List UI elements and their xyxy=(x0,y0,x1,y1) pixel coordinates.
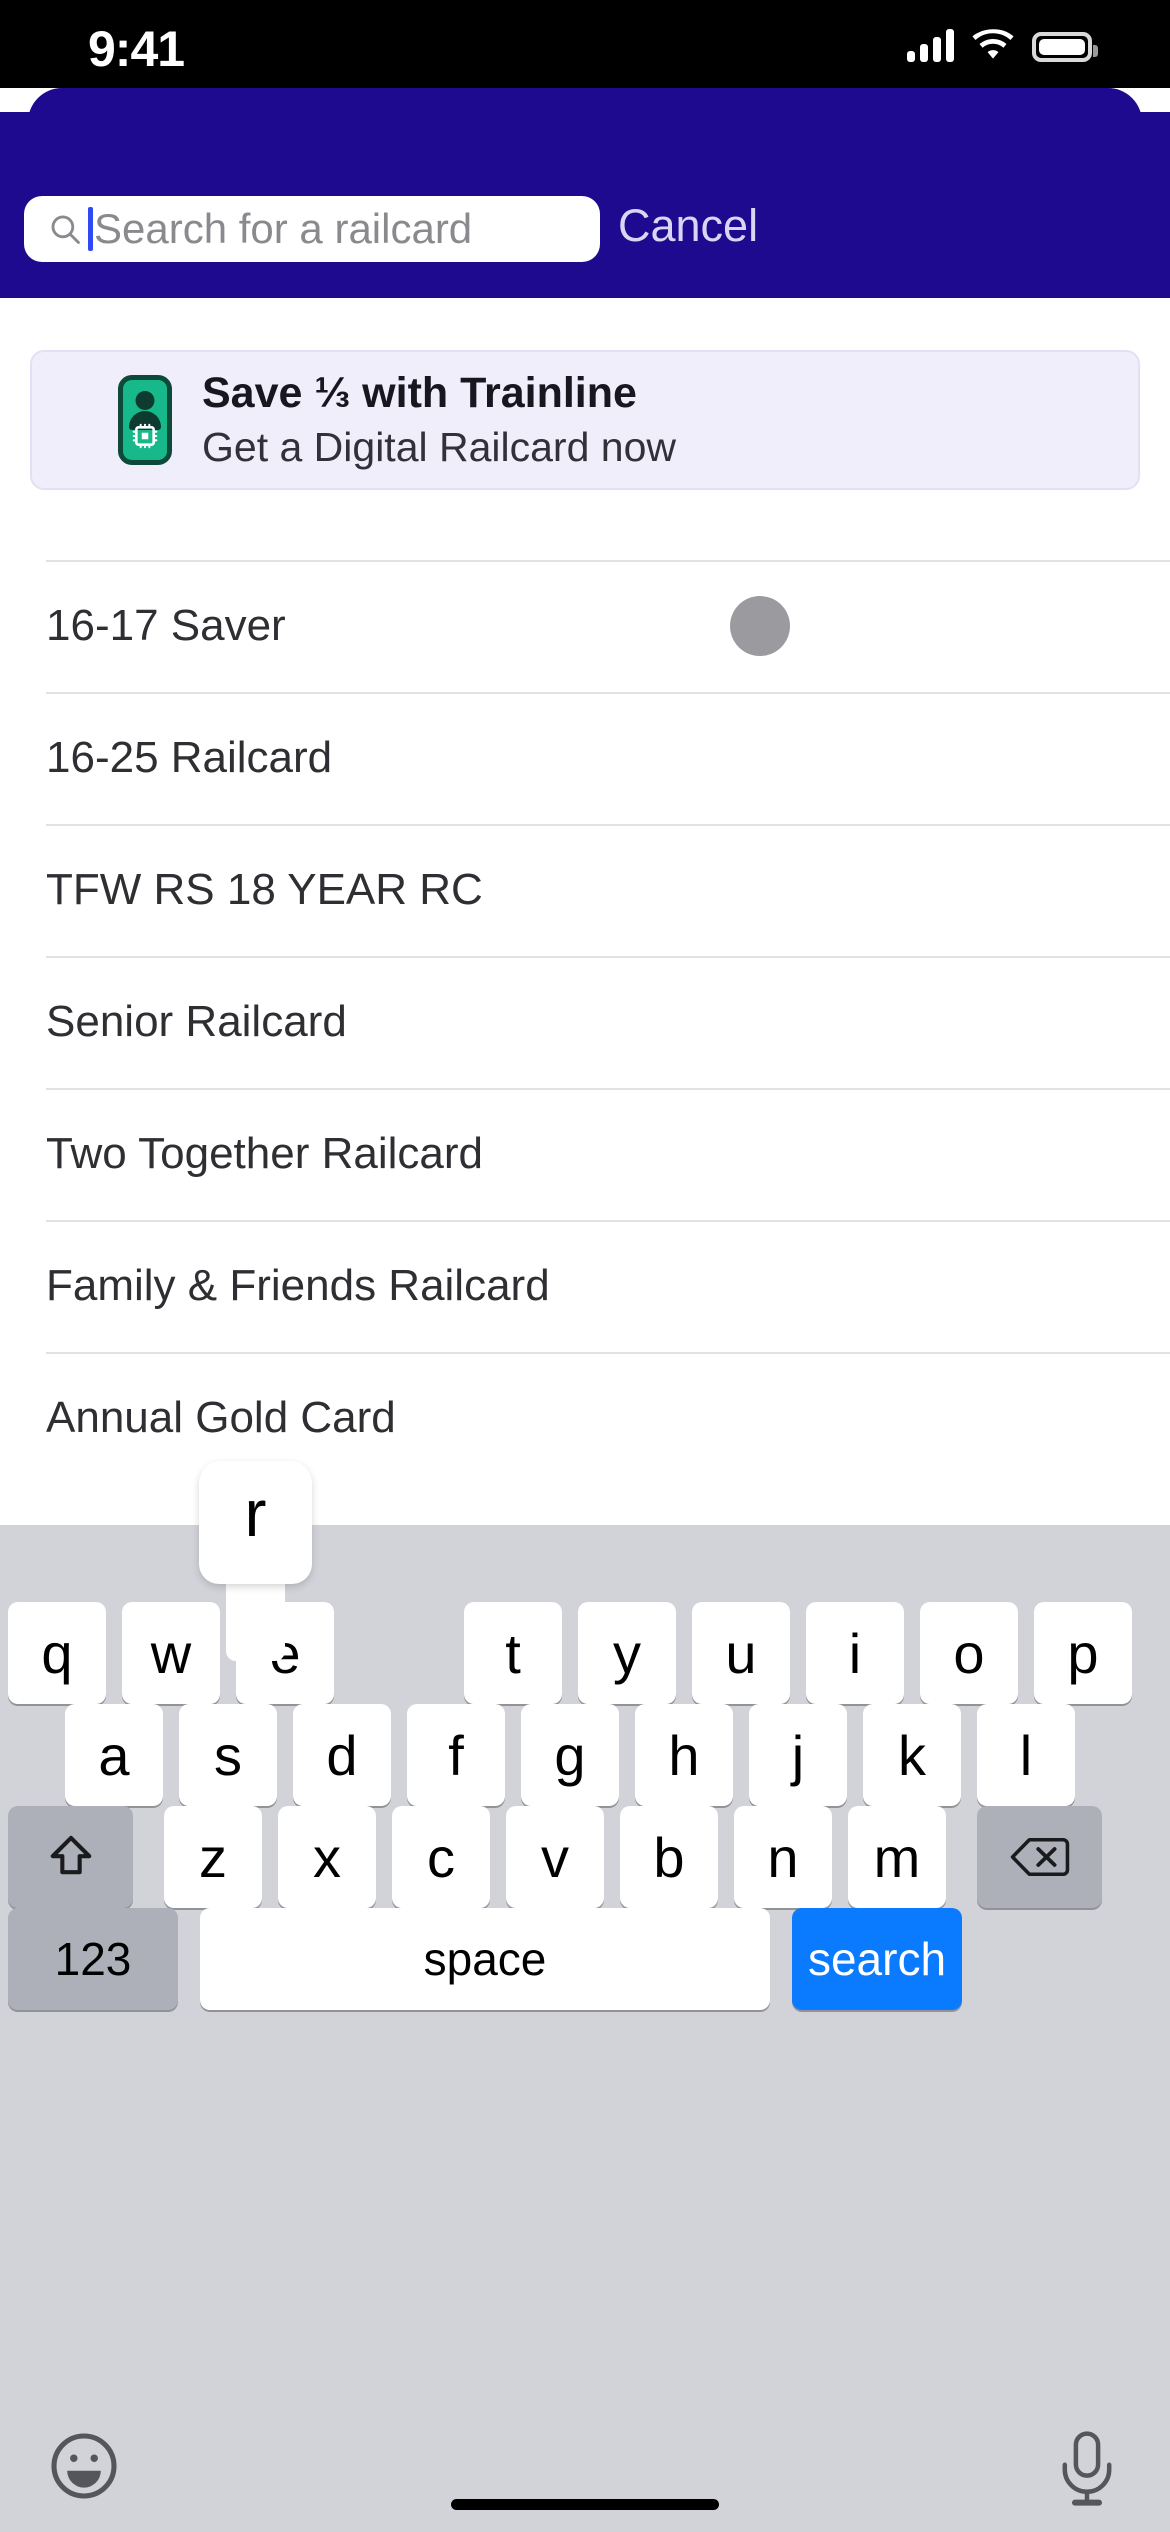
key-m[interactable]: m xyxy=(848,1806,946,1908)
status-bar: 9:41 xyxy=(0,0,1170,88)
railcard-name: Two Together Railcard xyxy=(46,1129,483,1178)
text-cursor xyxy=(88,207,93,251)
keyboard-row-4: 123 space search xyxy=(0,1908,1170,2010)
home-indicator xyxy=(451,2499,719,2510)
railcard-name: Annual Gold Card xyxy=(46,1393,396,1442)
row-divider xyxy=(46,1352,1170,1354)
keyboard-row-1: q w e t y u i o p xyxy=(0,1602,1170,1704)
shift-key[interactable] xyxy=(8,1806,133,1908)
backspace-icon xyxy=(1010,1837,1069,1877)
key-a[interactable]: a xyxy=(65,1704,163,1806)
list-item[interactable]: 16-17 Saver xyxy=(0,560,1170,692)
key-g[interactable]: g xyxy=(521,1704,619,1806)
key-h[interactable]: h xyxy=(635,1704,733,1806)
row-divider xyxy=(46,956,1170,958)
chip-icon xyxy=(132,423,158,449)
list-item[interactable]: Two Together Railcard xyxy=(0,1088,1170,1220)
row-divider xyxy=(46,824,1170,826)
search-icon xyxy=(51,215,80,244)
key-t[interactable]: t xyxy=(464,1602,562,1704)
key-q[interactable]: q xyxy=(8,1602,106,1704)
backspace-key[interactable] xyxy=(977,1806,1102,1908)
list-item[interactable]: Senior Railcard xyxy=(0,956,1170,1088)
row-divider xyxy=(46,560,1170,562)
key-x[interactable]: x xyxy=(278,1806,376,1908)
key-y[interactable]: y xyxy=(578,1602,676,1704)
on-screen-keyboard: q w e t y u i o p a s d f g h j k l z x … xyxy=(0,1525,1170,2532)
key-c[interactable]: c xyxy=(392,1806,490,1908)
list-item[interactable]: Family & Friends Railcard xyxy=(0,1220,1170,1352)
railcard-name: 16-17 Saver xyxy=(46,601,286,650)
row-divider xyxy=(46,692,1170,694)
row-divider xyxy=(46,1088,1170,1090)
space-key[interactable]: space xyxy=(200,1908,770,2010)
key-popup-letter: r xyxy=(244,1476,267,1550)
microphone-icon xyxy=(1062,2431,1112,2506)
status-bar-indicators xyxy=(907,28,1098,62)
key-l[interactable]: l xyxy=(977,1704,1075,1806)
shift-arrow-icon xyxy=(50,1835,91,1875)
railcard-name: Senior Railcard xyxy=(46,997,347,1046)
railcard-name: Family & Friends Railcard xyxy=(46,1261,550,1310)
digital-railcard-icon xyxy=(118,375,172,465)
key-i[interactable]: i xyxy=(806,1602,904,1704)
promo-text-block: Save ⅓ with Trainline Get a Digital Rail… xyxy=(202,368,676,472)
battery-icon xyxy=(1032,32,1098,62)
search-return-key[interactable]: search xyxy=(792,1908,962,2010)
key-s[interactable]: s xyxy=(179,1704,277,1806)
loading-indicator xyxy=(730,596,790,656)
row-divider xyxy=(46,1220,1170,1222)
key-v[interactable]: v xyxy=(506,1806,604,1908)
search-placeholder: Search for a railcard xyxy=(94,205,473,252)
key-b[interactable]: b xyxy=(620,1806,718,1908)
list-item[interactable]: Annual Gold Card xyxy=(0,1352,1170,1484)
key-k[interactable]: k xyxy=(863,1704,961,1806)
key-d[interactable]: d xyxy=(293,1704,391,1806)
search-input[interactable]: Search for a railcard xyxy=(24,196,600,262)
numbers-key[interactable]: 123 xyxy=(8,1908,178,2010)
keyboard-accessory-row xyxy=(0,2430,1170,2532)
key-r[interactable] xyxy=(350,1602,448,1704)
phone-screen: 9:41 Search for a railcard Cancel Save ⅓… xyxy=(0,0,1170,2532)
emoji-key[interactable] xyxy=(48,2430,120,2502)
promo-subtitle: Get a Digital Railcard now xyxy=(202,423,676,470)
key-z[interactable]: z xyxy=(164,1806,262,1908)
keyboard-row-2: a s d f g h j k l xyxy=(0,1704,1170,1806)
key-p[interactable]: p xyxy=(1034,1602,1132,1704)
digital-railcard-promo-banner[interactable]: Save ⅓ with Trainline Get a Digital Rail… xyxy=(30,350,1140,490)
list-item[interactable]: TFW RS 18 YEAR RC xyxy=(0,824,1170,956)
key-f[interactable]: f xyxy=(407,1704,505,1806)
key-u[interactable]: u xyxy=(692,1602,790,1704)
key-n[interactable]: n xyxy=(734,1806,832,1908)
key-o[interactable]: o xyxy=(920,1602,1018,1704)
dictation-key[interactable] xyxy=(1056,2430,1118,2508)
cellular-signal-icon xyxy=(907,28,954,62)
emoji-smiley-icon xyxy=(51,2433,117,2499)
keyboard-row-3: z x c v b n m xyxy=(0,1806,1170,1908)
promo-title: Save ⅓ with Trainline xyxy=(202,369,637,418)
railcard-name: TFW RS 18 YEAR RC xyxy=(46,865,483,914)
railcard-name: 16-25 Railcard xyxy=(46,733,333,782)
list-item[interactable]: 16-25 Railcard xyxy=(0,692,1170,824)
key-j[interactable]: j xyxy=(749,1704,847,1806)
status-bar-time: 9:41 xyxy=(88,21,185,77)
railcard-list: 16-17 Saver 16-25 Railcard TFW RS 18 YEA… xyxy=(0,560,1170,1484)
cancel-button[interactable]: Cancel xyxy=(618,200,758,252)
key-popup-r: r xyxy=(199,1461,312,1661)
wifi-icon xyxy=(972,29,1014,59)
